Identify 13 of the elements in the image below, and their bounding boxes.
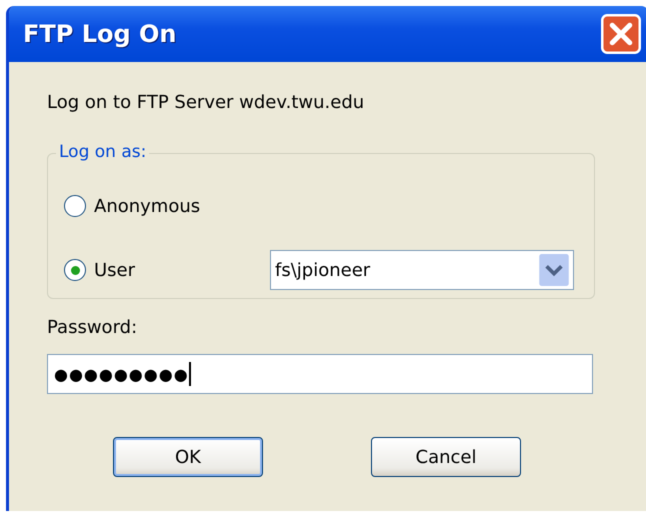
server-message: Log on to FTP Server wdev.twu.edu (47, 92, 366, 113)
group-label: Log on as: (56, 142, 150, 162)
password-label: Password: (47, 317, 138, 338)
radio-option[interactable]: User (64, 259, 270, 281)
close-icon[interactable] (601, 14, 641, 54)
cancel-button[interactable]: Cancel (371, 437, 521, 477)
ok-button[interactable]: OK (113, 437, 263, 477)
radio-circle-icon[interactable] (64, 259, 86, 281)
radio-circle-icon[interactable] (64, 195, 86, 217)
window-title: FTP Log On (23, 20, 177, 48)
radio-option[interactable]: Anonymous (64, 195, 270, 217)
password-field[interactable]: ●●●●●●●●● (47, 354, 593, 394)
user-dropdown[interactable]: fs\jpioneer (270, 250, 574, 290)
